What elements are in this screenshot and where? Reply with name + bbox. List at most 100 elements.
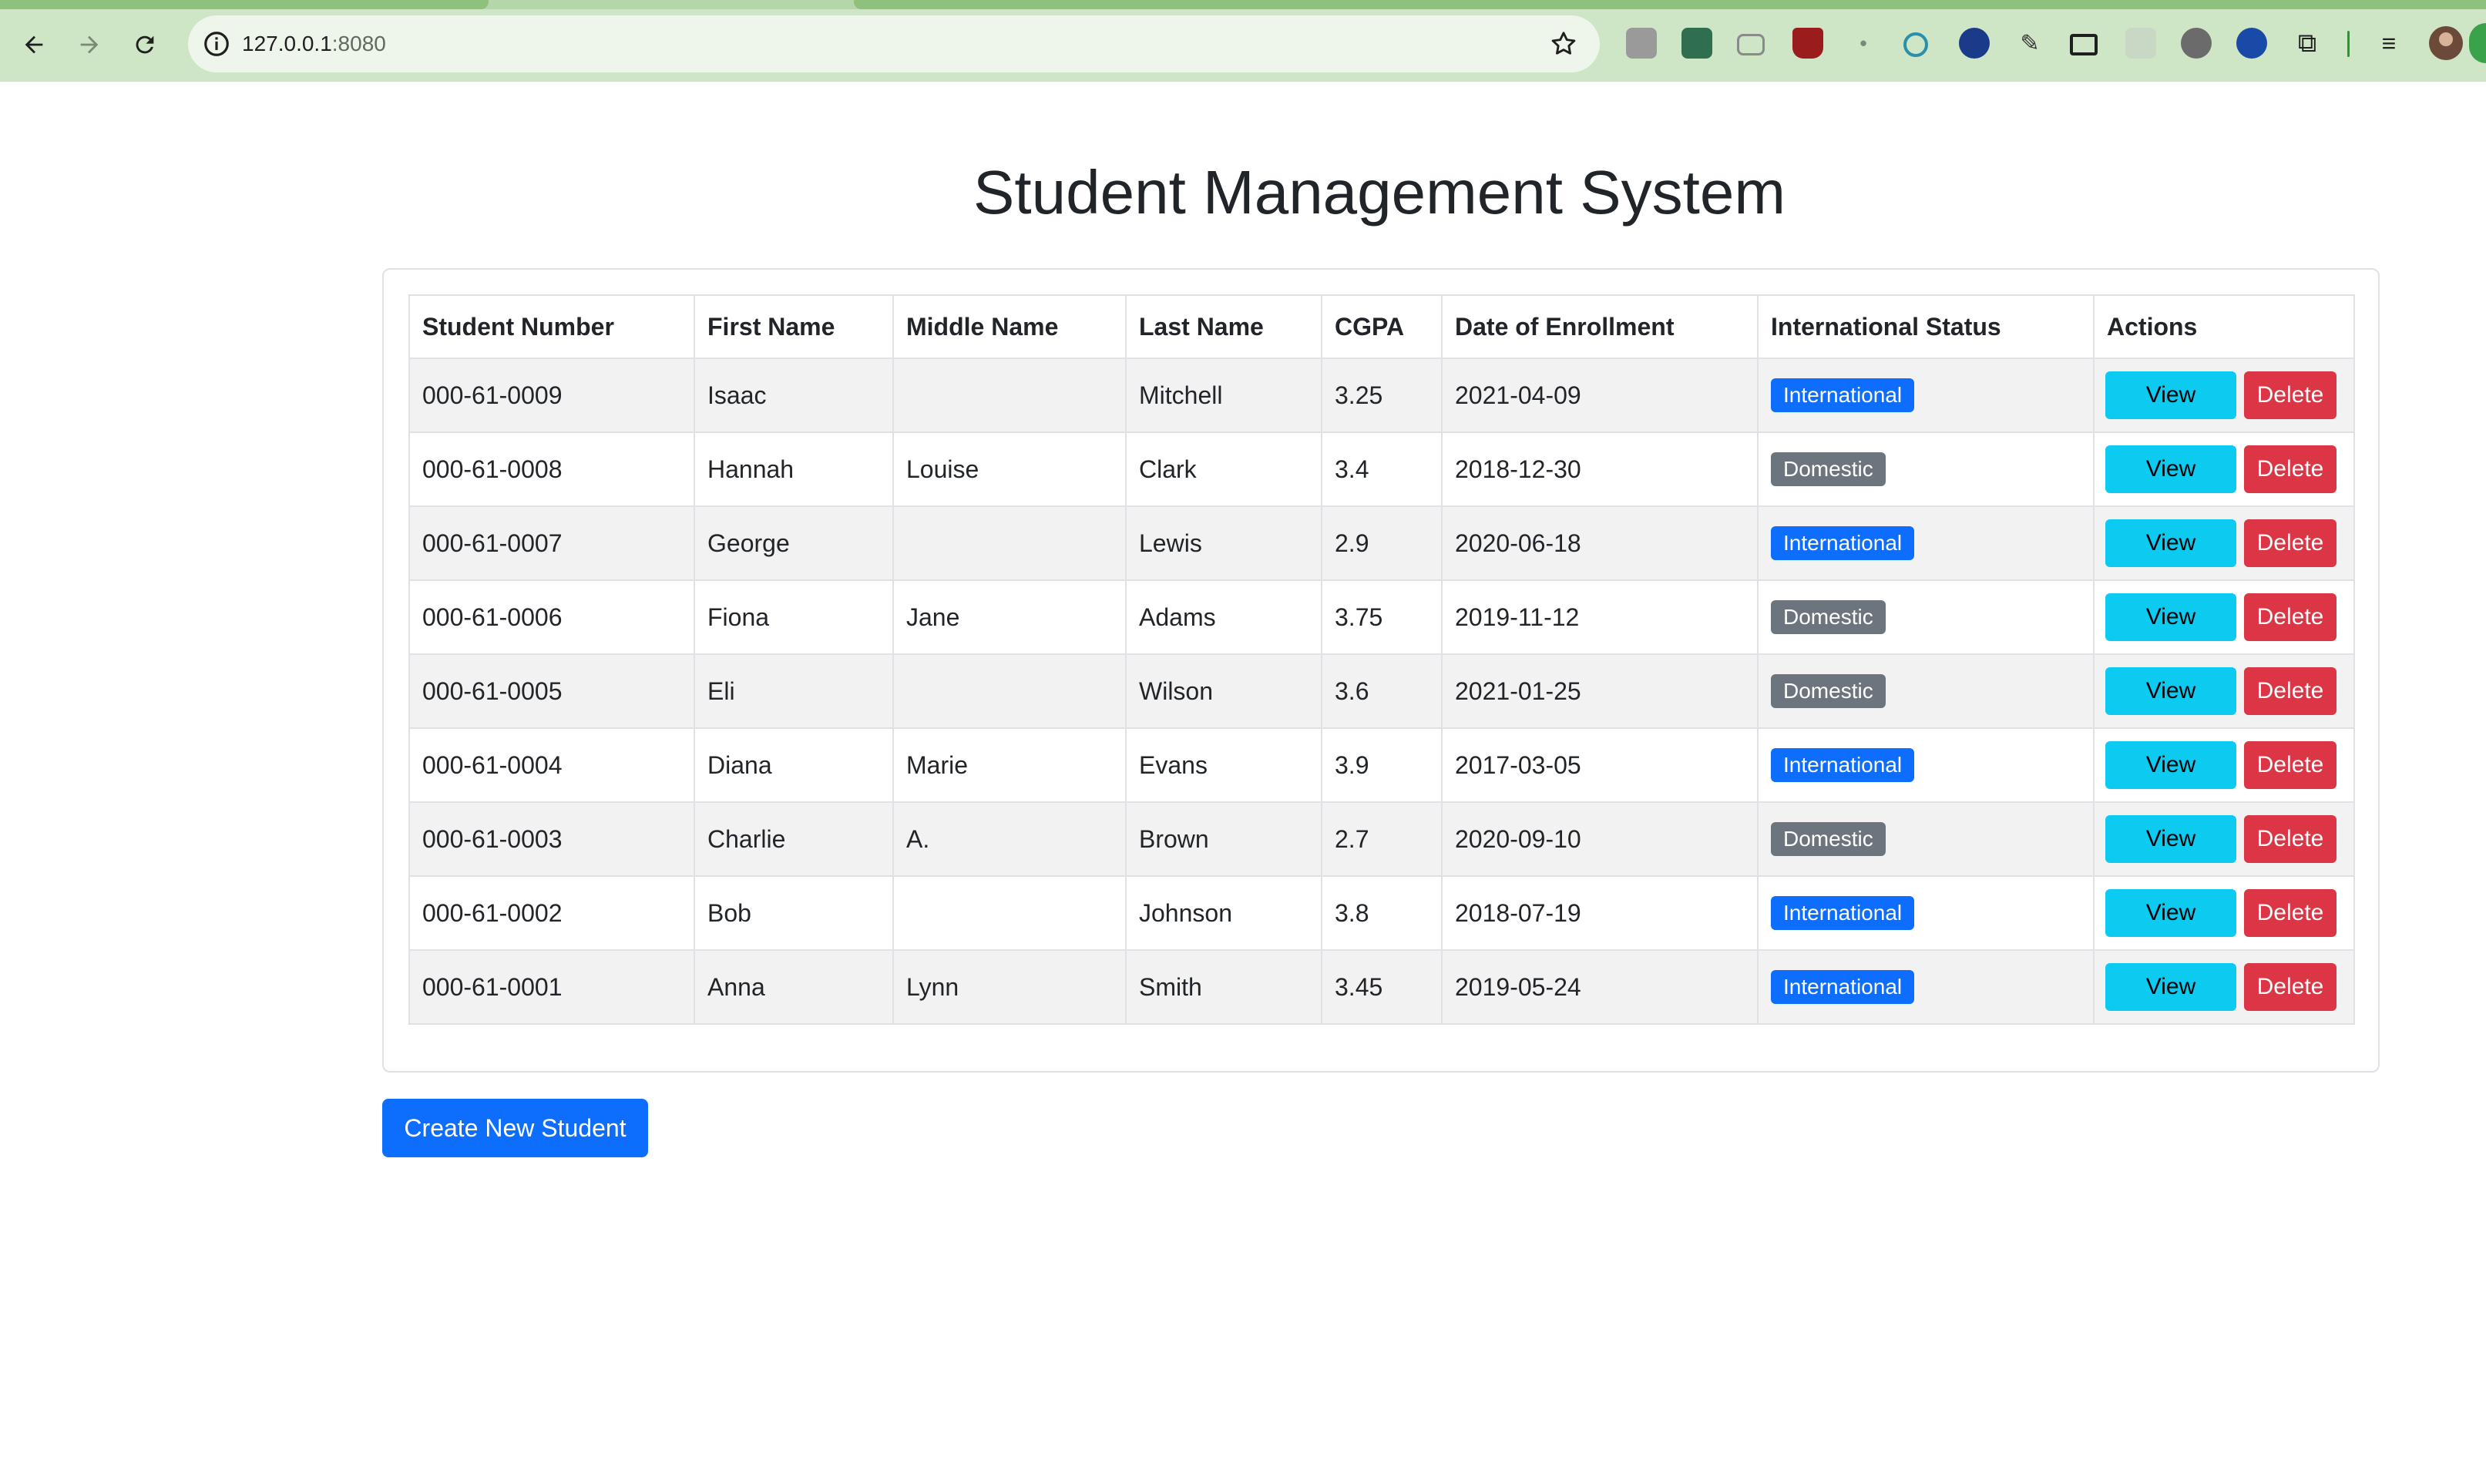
extension-icon-2[interactable] <box>1681 28 1712 59</box>
header-last-name: Last Name <box>1125 294 1322 359</box>
view-button[interactable]: View <box>2105 815 2236 863</box>
bookmark-star-icon[interactable] <box>1549 29 1578 59</box>
middle-name-cell <box>892 505 1127 581</box>
view-button[interactable]: View <box>2105 593 2236 641</box>
table-row: 000-61-0003 Charlie A. Brown 2.7 2020-09-10 Do… <box>408 801 2355 877</box>
delete-button[interactable]: Delete <box>2244 889 2337 937</box>
enrollment-date-cell: 2020-09-10 <box>1441 801 1759 877</box>
last-name-cell: Clark <box>1125 431 1322 507</box>
reload-button[interactable] <box>122 22 168 68</box>
extension-icon-12[interactable] <box>2236 28 2267 59</box>
actions-cell: View Delete <box>2093 949 2355 1025</box>
address-bar[interactable]: 127.0.0.1:8080 <box>188 15 1600 72</box>
delete-button[interactable]: Delete <box>2244 667 2337 715</box>
url-port: :8080 <box>331 32 386 55</box>
middle-name-cell <box>892 653 1127 729</box>
middle-name-cell: Jane <box>892 579 1127 655</box>
status-badge: International <box>1771 970 1915 1004</box>
actions-cell: View Delete <box>2093 801 2355 877</box>
view-button[interactable]: View <box>2105 889 2236 937</box>
actions-cell: View Delete <box>2093 727 2355 803</box>
extensions-puzzle-icon[interactable]: ⧉ <box>2292 28 2323 59</box>
view-button[interactable]: View <box>2105 741 2236 789</box>
first-name-cell: Fiona <box>694 579 894 655</box>
tab-left[interactable] <box>0 0 489 9</box>
last-name-cell: Mitchell <box>1125 358 1322 433</box>
cgpa-cell: 3.45 <box>1321 949 1443 1025</box>
status-badge: Domestic <box>1771 674 1886 708</box>
international-status-cell: International <box>1757 505 2095 581</box>
extension-icon-10[interactable] <box>2125 28 2156 59</box>
extension-icon-1[interactable] <box>1626 28 1657 59</box>
picture-in-picture-icon[interactable] <box>2070 34 2098 55</box>
middle-name-cell: Marie <box>892 727 1127 803</box>
table-row: 000-61-0006 Fiona Jane Adams 3.75 2019-11-12 D… <box>408 579 2355 655</box>
actions-cell: View Delete <box>2093 431 2355 507</box>
reading-list-icon[interactable]: ≡ <box>2373 28 2404 59</box>
delete-button[interactable]: Delete <box>2244 593 2337 641</box>
delete-button[interactable]: Delete <box>2244 445 2337 493</box>
student-number-cell: 000-61-0002 <box>408 875 695 951</box>
ublock-icon[interactable] <box>1792 28 1823 59</box>
international-status-cell: International <box>1757 875 2095 951</box>
delete-button[interactable]: Delete <box>2244 963 2337 1011</box>
mail-icon[interactable] <box>1737 34 1765 55</box>
cgpa-cell: 3.75 <box>1321 579 1443 655</box>
student-number-cell: 000-61-0003 <box>408 801 695 877</box>
header-date-of-enrollment: Date of Enrollment <box>1441 294 1759 359</box>
cgpa-cell: 3.25 <box>1321 358 1443 433</box>
view-button[interactable]: View <box>2105 963 2236 1011</box>
delete-button[interactable]: Delete <box>2244 519 2337 567</box>
international-status-cell: International <box>1757 727 2095 803</box>
first-name-cell: Bob <box>694 875 894 951</box>
back-button[interactable] <box>11 22 57 68</box>
header-cgpa: CGPA <box>1321 294 1443 359</box>
view-button[interactable]: View <box>2105 371 2236 419</box>
international-status-cell: Domestic <box>1757 653 2095 729</box>
table-row: 000-61-0007 George Lewis 2.9 2020-06-18 Inter… <box>408 505 2355 581</box>
delete-button[interactable]: Delete <box>2244 741 2337 789</box>
create-new-student-button[interactable]: Create New Student <box>382 1099 648 1157</box>
sparkle-icon[interactable]: • <box>1848 28 1879 59</box>
page-title: Student Management System <box>973 158 1786 227</box>
header-row: Student Number First Name Middle Name La… <box>408 294 2355 359</box>
middle-name-cell: Louise <box>892 431 1127 507</box>
header-international-status: International Status <box>1757 294 2095 359</box>
student-number-cell: 000-61-0001 <box>408 949 695 1025</box>
enrollment-date-cell: 2017-03-05 <box>1441 727 1759 803</box>
delete-button[interactable]: Delete <box>2244 815 2337 863</box>
first-name-cell: Isaac <box>694 358 894 433</box>
last-name-cell: Wilson <box>1125 653 1322 729</box>
enrollment-date-cell: 2019-05-24 <box>1441 949 1759 1025</box>
actions-cell: View Delete <box>2093 875 2355 951</box>
site-info-icon[interactable] <box>202 29 231 59</box>
url-text[interactable]: 127.0.0.1:8080 <box>242 15 386 72</box>
page-content: Student Management System Student Number… <box>0 82 2486 1484</box>
middle-name-cell: Lynn <box>892 949 1127 1025</box>
header-middle-name: Middle Name <box>892 294 1127 359</box>
first-name-cell: Anna <box>694 949 894 1025</box>
tab-strip <box>0 0 2486 9</box>
enrollment-date-cell: 2020-06-18 <box>1441 505 1759 581</box>
view-button[interactable]: View <box>2105 667 2236 715</box>
cgpa-cell: 2.9 <box>1321 505 1443 581</box>
extension-icon-7[interactable] <box>1959 28 1990 59</box>
first-name-cell: Hannah <box>694 431 894 507</box>
delete-button[interactable]: Delete <box>2244 371 2337 419</box>
view-button[interactable]: View <box>2105 445 2236 493</box>
last-name-cell: Johnson <box>1125 875 1322 951</box>
pen-icon[interactable]: ✎ <box>2014 28 2045 59</box>
forward-arrow-icon <box>80 35 99 54</box>
status-badge: International <box>1771 526 1915 560</box>
zoom-icon[interactable] <box>1903 32 1928 57</box>
cgpa-cell: 3.4 <box>1321 431 1443 507</box>
toolbar-divider <box>2347 31 2350 57</box>
extension-icon-11[interactable] <box>2181 28 2212 59</box>
forward-button[interactable] <box>66 22 113 68</box>
url-host: 127.0.0.1 <box>242 32 332 55</box>
last-name-cell: Brown <box>1125 801 1322 877</box>
view-button[interactable]: View <box>2105 519 2236 567</box>
profile-avatar[interactable] <box>2429 26 2463 60</box>
reload-icon <box>136 35 154 54</box>
tab-right[interactable] <box>854 0 2486 9</box>
